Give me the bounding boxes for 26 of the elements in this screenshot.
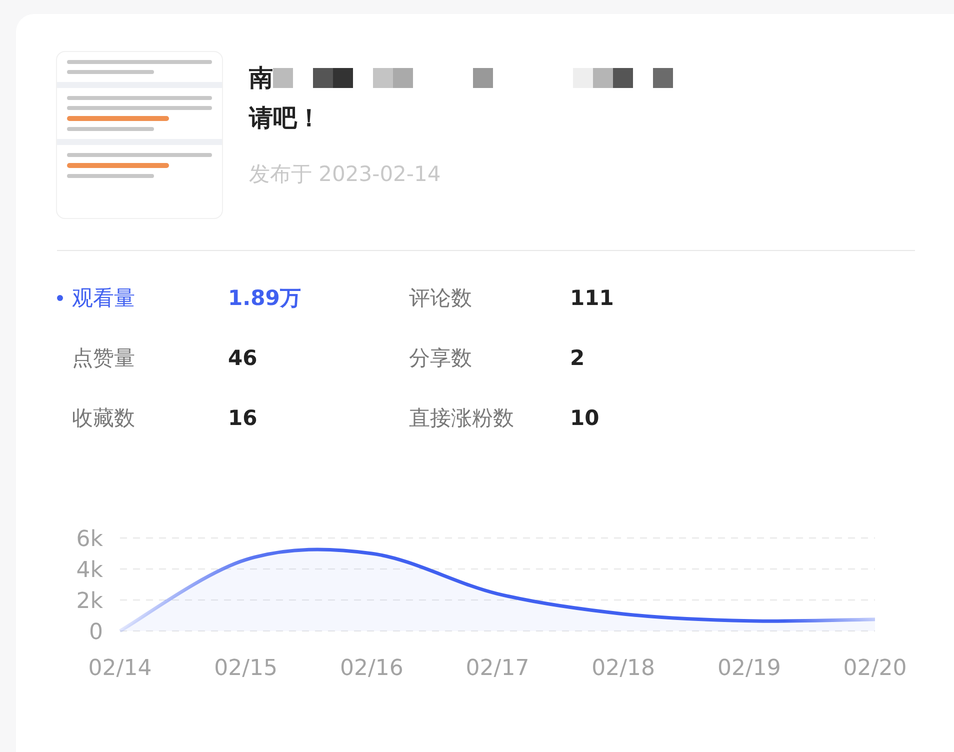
stat-value: 10 <box>570 406 600 430</box>
stat-value: 16 <box>228 406 258 430</box>
stat-label[interactable]: 评论数 <box>409 283 570 313</box>
stat-value: 111 <box>570 286 614 310</box>
y-axis-label: 6k <box>76 527 103 552</box>
stat-label[interactable]: 直接涨粉数 <box>409 403 570 433</box>
y-axis-label: 2k <box>76 589 103 614</box>
selected-dot-icon <box>57 295 63 301</box>
video-title: 南 <box>249 63 273 94</box>
x-axis-label: 02/14 <box>88 656 152 681</box>
y-axis-label: 4k <box>76 558 103 583</box>
video-title: 请吧！ <box>249 103 322 134</box>
stat-value: 46 <box>228 346 258 370</box>
stat-label[interactable]: 分享数 <box>409 343 570 373</box>
stat-label[interactable]: 收藏数 <box>72 403 228 433</box>
y-axis-label: 0 <box>89 620 103 645</box>
stat-value: 1.89万 <box>228 285 301 312</box>
stat-label[interactable]: 点赞量 <box>72 343 228 373</box>
stat-label[interactable]: 观看量 <box>72 283 228 313</box>
x-axis-label: 02/20 <box>843 656 907 681</box>
stat-value: 2 <box>570 346 585 370</box>
x-axis-label: 02/18 <box>592 656 656 681</box>
x-axis-label: 02/19 <box>717 656 781 681</box>
x-axis-label: 02/17 <box>466 656 530 681</box>
x-axis-label: 02/16 <box>340 656 404 681</box>
x-axis-label: 02/15 <box>214 656 278 681</box>
